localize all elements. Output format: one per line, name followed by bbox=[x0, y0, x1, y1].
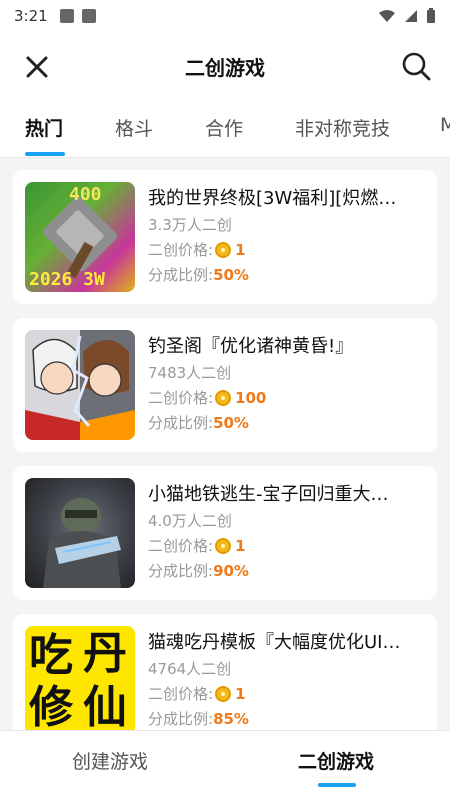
status-time: 3:21 bbox=[14, 7, 48, 25]
game-thumbnail: 吃 丹 修 仙 bbox=[25, 626, 135, 730]
price-row: 二创价格: 1 bbox=[148, 535, 246, 556]
search-icon[interactable] bbox=[400, 50, 432, 82]
bottom-nav: 创建游戏 二创游戏 bbox=[0, 730, 450, 800]
anime-characters-image bbox=[25, 330, 135, 440]
share-label: 分成比例: bbox=[148, 710, 214, 728]
thumbnail-char: 仙 bbox=[83, 682, 127, 731]
nav-active-indicator bbox=[318, 783, 356, 787]
tab-asymmetric[interactable]: 非对称竞技 bbox=[295, 114, 390, 141]
game-thumbnail bbox=[25, 478, 135, 588]
price-row: 二创价格: 100 bbox=[148, 387, 266, 408]
game-title: 我的世界终极[3W福利][炽燃… bbox=[148, 188, 397, 209]
share-row: 分成比例: 90% bbox=[148, 560, 249, 581]
creator-count: 4764人二创 bbox=[148, 660, 232, 678]
share-row: 分成比例: 50% bbox=[148, 412, 249, 433]
share-label: 分成比例: bbox=[148, 562, 214, 580]
share-label: 分成比例: bbox=[148, 266, 214, 284]
status-bar: 3:21 bbox=[0, 0, 450, 32]
tab-hot[interactable]: 热门 bbox=[25, 114, 63, 141]
page-title: 二创游戏 bbox=[185, 55, 265, 80]
top-bar: 二创游戏 bbox=[0, 32, 450, 100]
signal-icon bbox=[405, 10, 417, 22]
tab-fighting[interactable]: 格斗 bbox=[115, 114, 153, 141]
share-row: 分成比例: 50% bbox=[148, 264, 249, 285]
price-label: 二创价格: bbox=[148, 537, 214, 555]
armored-character-image bbox=[43, 498, 121, 588]
creator-count: 3.3万人二创 bbox=[148, 216, 232, 234]
game-card[interactable]: 吃 丹 修 仙 猫魂吃丹模板『大幅度优化UI… 4764人二创 二创价格: 1 … bbox=[13, 614, 437, 730]
price-value: 1 bbox=[235, 240, 246, 259]
creator-count: 7483人二创 bbox=[148, 364, 232, 382]
battery-icon bbox=[427, 8, 435, 23]
share-value: 90% bbox=[213, 561, 249, 580]
game-title: 猫魂吃丹模板『大幅度优化UI… bbox=[148, 632, 401, 653]
share-label: 分成比例: bbox=[148, 414, 214, 432]
tab-more[interactable]: M bbox=[440, 114, 450, 136]
price-value: 1 bbox=[235, 536, 246, 555]
game-list[interactable]: 400 2026 3W 我的世界终极[3W福利][炽燃… 3.3万人二创 二创价… bbox=[0, 158, 450, 730]
thumbnail-text-bottom: 2026 3W bbox=[29, 269, 105, 290]
close-icon[interactable] bbox=[22, 52, 52, 82]
nav-create-game[interactable]: 创建游戏 bbox=[72, 747, 148, 774]
game-card[interactable]: 小猫地铁逃生-宝子回归重大… 4.0万人二创 二创价格: 1 分成比例: 90% bbox=[13, 466, 437, 600]
thumbnail-text-top: 400 bbox=[69, 184, 102, 205]
game-thumbnail: 400 2026 3W bbox=[25, 182, 135, 292]
price-value: 1 bbox=[235, 684, 246, 703]
image-notification-icon bbox=[59, 9, 74, 23]
tab-active-indicator bbox=[25, 152, 65, 156]
price-value: 100 bbox=[235, 388, 267, 407]
coin-icon bbox=[215, 241, 232, 258]
game-card[interactable]: 钓圣阁『优化诸神黄昏!』 7483人二创 二创价格: 100 分成比例: 50% bbox=[13, 318, 437, 452]
category-tabs: 热门 格斗 合作 非对称竞技 M bbox=[0, 100, 450, 158]
share-row: 分成比例: 85% bbox=[148, 708, 249, 729]
game-thumbnail bbox=[25, 330, 135, 440]
tab-coop[interactable]: 合作 bbox=[205, 114, 243, 141]
thumbnail-char: 修 bbox=[29, 682, 73, 731]
share-value: 50% bbox=[213, 413, 249, 432]
app-notification-icon bbox=[81, 9, 96, 23]
share-value: 85% bbox=[213, 709, 249, 728]
nav-remix-game[interactable]: 二创游戏 bbox=[298, 747, 374, 774]
price-label: 二创价格: bbox=[148, 685, 214, 703]
thumbnail-char: 吃 bbox=[29, 630, 73, 681]
thumbnail-char: 丹 bbox=[83, 628, 127, 679]
wifi-icon bbox=[379, 10, 395, 22]
price-row: 二创价格: 1 bbox=[148, 239, 246, 260]
share-value: 50% bbox=[213, 265, 249, 284]
creator-count: 4.0万人二创 bbox=[148, 512, 232, 530]
coin-icon bbox=[215, 537, 232, 554]
game-title: 小猫地铁逃生-宝子回归重大… bbox=[148, 484, 389, 505]
game-card[interactable]: 400 2026 3W 我的世界终极[3W福利][炽燃… 3.3万人二创 二创价… bbox=[13, 170, 437, 304]
coin-icon bbox=[215, 389, 232, 406]
price-row: 二创价格: 1 bbox=[148, 683, 246, 704]
price-label: 二创价格: bbox=[148, 241, 214, 259]
game-title: 钓圣阁『优化诸神黄昏!』 bbox=[148, 336, 354, 357]
price-label: 二创价格: bbox=[148, 389, 214, 407]
coin-icon bbox=[215, 685, 232, 702]
